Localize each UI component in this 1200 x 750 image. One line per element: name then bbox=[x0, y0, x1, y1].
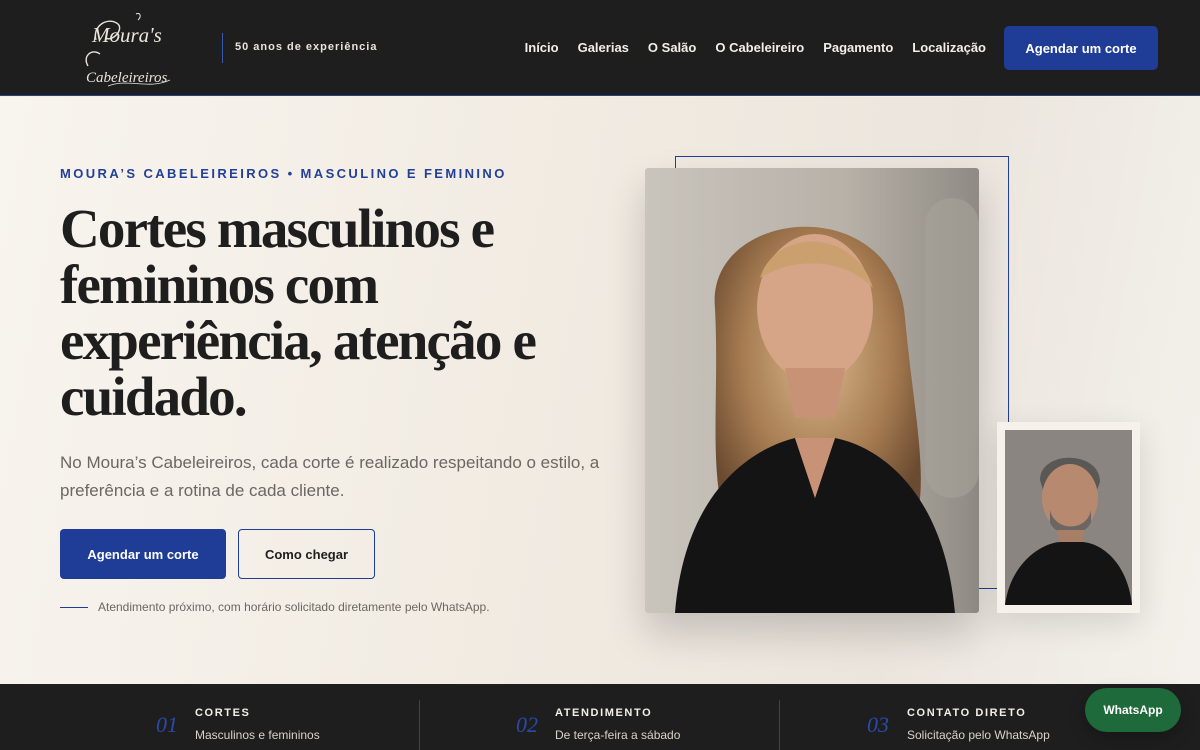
whatsapp-button[interactable]: WhatsApp bbox=[1085, 688, 1181, 732]
logo-script: Moura's Cabeleireiros bbox=[85, 13, 171, 87]
nav-localizacao[interactable]: Localização bbox=[912, 40, 986, 55]
feature-subtitle: Solicitação pelo WhatsApp bbox=[907, 728, 1050, 742]
hero-headline: Cortes masculinos e femininos com experi… bbox=[60, 198, 537, 427]
header-tagline: 50 anos de experiência bbox=[235, 41, 378, 53]
nav-pagamento[interactable]: Pagamento bbox=[823, 40, 893, 55]
feature-title: CONTATO DIRETO bbox=[907, 707, 1027, 719]
woman-portrait-photo bbox=[645, 168, 979, 613]
hero-directions-button[interactable]: Como chegar bbox=[238, 529, 375, 579]
hero-note: Atendimento próximo, com horário solicit… bbox=[98, 600, 490, 614]
feature-contato: 03 CONTATO DIRETO Solicitação pelo Whats… bbox=[0, 684, 1200, 750]
site-header: Moura's Cabeleireiros 50 anos de experiê… bbox=[0, 0, 1200, 96]
main-nav: Início Galerias O Salão O Cabeleireiro P… bbox=[525, 40, 986, 55]
nav-o-salao[interactable]: O Salão bbox=[648, 40, 696, 55]
header-book-button[interactable]: Agendar um corte bbox=[1004, 26, 1158, 70]
hero-eyebrow: MOURA’S CABELEIREIROS • MASCULINO E FEMI… bbox=[60, 166, 507, 181]
nav-inicio[interactable]: Início bbox=[525, 40, 559, 55]
man-portrait-photo bbox=[1005, 430, 1132, 605]
feature-number: 03 bbox=[867, 712, 889, 737]
nav-o-cabeleireiro[interactable]: O Cabeleireiro bbox=[715, 40, 804, 55]
hero-section: MOURA’S CABELEIREIROS • MASCULINO E FEMI… bbox=[0, 97, 1200, 684]
logo-line1: Moura's bbox=[91, 23, 162, 47]
note-divider bbox=[60, 607, 88, 608]
man-portrait-card bbox=[997, 422, 1140, 613]
hero-lede: No Moura’s Cabeleireiros, cada corte é r… bbox=[60, 453, 600, 500]
brand-logo[interactable]: Moura's Cabeleireiros bbox=[78, 8, 178, 90]
features-bar: 01 CORTES Masculinos e femininos 02 ATEN… bbox=[0, 684, 1200, 750]
hero-book-button[interactable]: Agendar um corte bbox=[60, 529, 226, 579]
nav-galerias[interactable]: Galerias bbox=[578, 40, 629, 55]
header-divider bbox=[222, 33, 223, 63]
